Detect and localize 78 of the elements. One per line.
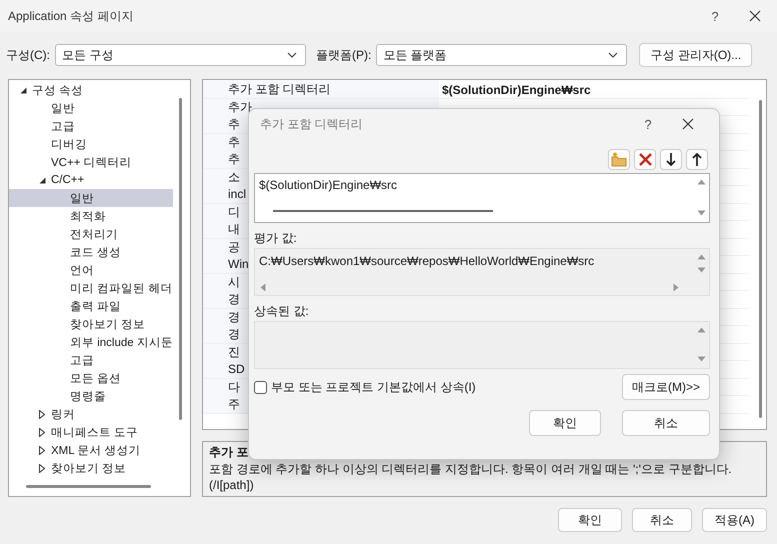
arrow-down-icon	[666, 153, 676, 166]
tree-item[interactable]: 고급	[9, 117, 173, 135]
scroll-up-icon[interactable]	[696, 254, 706, 260]
scroll-down-icon[interactable]	[696, 356, 706, 362]
scroll-down-icon[interactable]	[696, 267, 706, 273]
tree-item[interactable]: 전처리기	[9, 225, 173, 243]
collapsed-arrow-icon[interactable]	[39, 464, 45, 472]
tree-item[interactable]: C/C++	[9, 171, 173, 189]
tree-item[interactable]: 매니페스트 도구	[9, 423, 173, 441]
arrow-up-icon	[692, 153, 702, 166]
scroll-up-icon[interactable]	[696, 179, 706, 185]
tree-item[interactable]: 명령줄	[9, 387, 173, 405]
folder-star-icon	[611, 152, 627, 167]
inherit-checkbox[interactable]	[254, 380, 267, 394]
chevron-down-icon	[608, 52, 618, 58]
dialog-title: 추가 포함 디렉터리	[260, 116, 364, 132]
tree-item[interactable]: 외부 include 지시둔	[9, 333, 173, 351]
dialog-button[interactable]: 확인	[529, 410, 601, 436]
move-down-button[interactable]	[660, 149, 682, 170]
evaluated-path: C:₩Users₩kwon1₩source₩repos₩HelloWorld₩Engine₩src	[258, 253, 596, 270]
new-folder-button[interactable]	[608, 149, 630, 170]
scroll-up-icon[interactable]	[696, 327, 706, 333]
window-title: Application 속성 페이지	[8, 8, 134, 24]
tree-item[interactable]: 최적화	[9, 207, 173, 225]
platform-dropdown[interactable]: 모든 플랫폼	[376, 44, 628, 66]
expanded-arrow-icon[interactable]	[38, 176, 46, 184]
scrollbar-thumb[interactable]	[179, 98, 182, 420]
tree-item[interactable]: 코드 생성	[9, 243, 173, 261]
tree-item[interactable]: 고급	[9, 351, 173, 369]
section-label: 상속된 값:	[254, 304, 309, 318]
move-up-button[interactable]	[686, 149, 708, 170]
list-item[interactable]: $(SolutionDir)Engine₩src	[259, 178, 689, 192]
tree-item[interactable]: 찾아보기 정보	[9, 315, 173, 333]
tree-item[interactable]: 링커	[9, 405, 173, 423]
platform-label: 플랫폼(P):	[316, 46, 372, 64]
section-label: 평가 값:	[254, 231, 297, 245]
tree-item[interactable]: 출력 파일	[9, 297, 173, 315]
close-icon[interactable]	[749, 10, 761, 22]
tree-item[interactable]: 일반	[9, 189, 173, 207]
tree-item[interactable]: 미리 컴파일된 헤더	[9, 279, 173, 297]
tree-item[interactable]: 구성 속성	[9, 81, 173, 99]
tree-item[interactable]: 언어	[9, 261, 173, 279]
scrollbar-thumb[interactable]	[273, 210, 493, 212]
configuration-dropdown[interactable]: 모든 구성	[55, 44, 306, 66]
tree-item[interactable]: 찾아보기 정보	[9, 459, 173, 477]
scroll-left-icon[interactable]	[260, 282, 266, 292]
help-button[interactable]: ?	[630, 116, 666, 132]
dialog-button[interactable]: 확인	[558, 508, 622, 532]
chevron-down-icon	[287, 52, 297, 58]
help-button[interactable]: ?	[697, 8, 733, 24]
dialog-button[interactable]: 취소	[622, 410, 710, 436]
collapsed-arrow-icon[interactable]	[39, 446, 45, 454]
tree-item[interactable]: 일반	[9, 99, 173, 117]
delete-icon	[638, 153, 652, 166]
delete-button[interactable]	[634, 149, 656, 170]
tree-item[interactable]: XML 문서 생성기	[9, 441, 173, 459]
tree-item[interactable]: 모든 옵션	[9, 369, 173, 387]
macro-button[interactable]: 매크로(M)>>	[622, 374, 710, 400]
scrollbar-thumb[interactable]	[759, 100, 762, 418]
collapsed-arrow-icon[interactable]	[39, 410, 45, 418]
collapsed-arrow-icon[interactable]	[39, 428, 45, 436]
dialog-button[interactable]: 적용(A)	[702, 508, 767, 532]
close-icon[interactable]	[682, 118, 694, 130]
dialog-button[interactable]: 취소	[632, 508, 692, 532]
scroll-right-icon[interactable]	[673, 282, 679, 292]
property-value[interactable]: $(SolutionDir)Engine₩src	[439, 81, 749, 98]
description-text: 포함 경로에 추가할 하나 이상의 디렉터리를 지정합니다. 항목이 여러 개일 때는 ';'으로 구분합니다. (/I[path])	[209, 461, 733, 493]
scroll-down-icon[interactable]	[696, 210, 706, 216]
configuration-manager-button[interactable]: 구성 관리자(O)...	[639, 43, 752, 67]
scrollbar-thumb[interactable]	[26, 485, 151, 488]
configuration-label: 구성(C):	[6, 46, 50, 64]
checkbox-label[interactable]: 부모 또는 프로젝트 기본값에서 상속(I)	[271, 378, 476, 396]
tree-item[interactable]: 디버깅	[9, 135, 173, 153]
description-title: 추가 포	[209, 444, 248, 461]
property-name[interactable]: 추가 포함 디렉터리	[203, 81, 439, 98]
directory-list[interactable]: $(SolutionDir)Engine₩src	[254, 173, 710, 223]
expanded-arrow-icon[interactable]	[20, 86, 26, 94]
tree-item[interactable]: VC++ 디렉터리	[9, 153, 173, 171]
